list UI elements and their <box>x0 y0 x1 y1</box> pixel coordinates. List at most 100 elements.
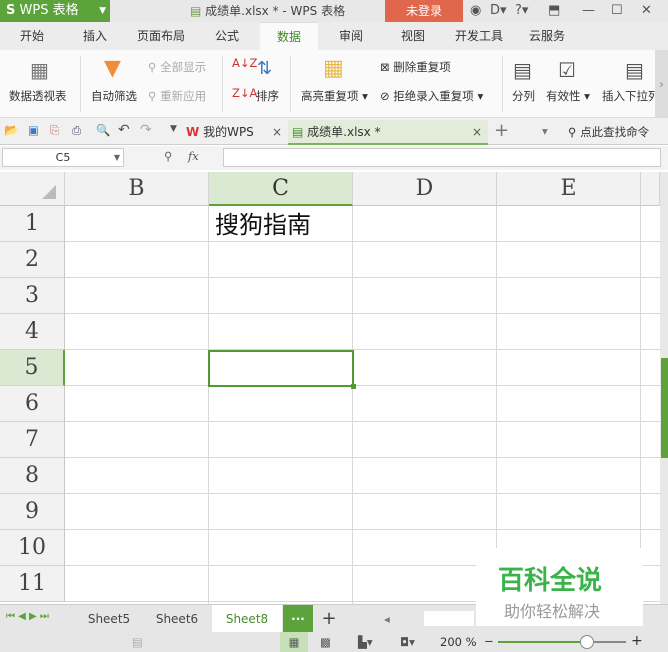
print-icon[interactable]: ⎙ <box>72 123 81 138</box>
close-tab-icon[interactable]: × <box>472 120 482 144</box>
tab-page-layout[interactable]: 页面布局 <box>126 22 196 50</box>
selected-cell-c5[interactable] <box>208 350 356 389</box>
spreadsheet-grid: B C D E 1 2 3 4 5 6 7 8 9 10 11 搜狗指南 <box>0 172 660 604</box>
show-all-button[interactable]: ⚲ 全部显示 <box>148 59 206 75</box>
row-header-9[interactable]: 9 <box>0 494 65 530</box>
zoom-formula-icon[interactable]: ⚲ <box>164 149 172 163</box>
app-menu-button[interactable]: S WPS 表格 ▼ <box>0 0 110 22</box>
tab-insert[interactable]: 插入 <box>64 22 126 50</box>
tab-document[interactable]: ▤ 成绩单.xlsx * × <box>288 120 488 145</box>
tab-review[interactable]: 审阅 <box>322 22 380 50</box>
maximize-icon[interactable]: ☐ <box>611 2 623 20</box>
select-all-corner[interactable] <box>0 172 65 206</box>
ribbon: ▦ 数据透视表 ▼ 自动筛选 ⚲ 全部显示 ⚲ 重新应用 A↓Z Z↓A ⇅ 排… <box>0 50 668 118</box>
tab-home[interactable]: 开始 <box>0 22 64 50</box>
help-icon[interactable]: ?▾ <box>515 2 528 20</box>
page-break-view-icon[interactable]: ▩ <box>320 635 331 649</box>
status-bar: ▤ ▦ ▩ ▙▾ ◘▾ 200 % − + <box>0 632 668 652</box>
vertical-scrollbar[interactable] <box>660 172 668 604</box>
pin-icon[interactable]: ⬒ <box>548 2 560 20</box>
zoom-level: 200 % <box>440 635 477 649</box>
new-tab-icon[interactable]: + <box>494 120 509 141</box>
zoom-slider[interactable] <box>498 635 626 649</box>
ribbon-scroll-right-icon[interactable]: › <box>655 50 668 118</box>
close-icon[interactable]: ✕ <box>641 2 652 20</box>
row-header-4[interactable]: 4 <box>0 314 65 350</box>
scroll-thumb[interactable] <box>661 358 668 458</box>
row-header-1[interactable]: 1 <box>0 206 65 242</box>
tab-developer[interactable]: 开发工具 <box>446 22 512 50</box>
highlight-duplicates-button[interactable]: 高亮重复项 ▾ <box>301 88 368 104</box>
zoom-in-button[interactable]: + <box>631 633 643 649</box>
save-icon[interactable]: ▣ <box>28 123 39 137</box>
redo-icon[interactable]: ↷ <box>140 122 152 138</box>
row-header-5[interactable]: 5 <box>0 350 65 386</box>
sheet-nav-icons[interactable]: ⏮ ◀ ▶ ⏭ <box>6 611 49 622</box>
title-bar: S WPS 表格 ▼ ▤ 成绩单.xlsx * - WPS 表格 未登录 ◉ D▾… <box>0 0 668 22</box>
sheet-tab-sheet8[interactable]: Sheet8 <box>212 605 282 633</box>
formula-input[interactable] <box>223 148 661 167</box>
row-gridline <box>65 349 660 350</box>
row-header-3[interactable]: 3 <box>0 278 65 314</box>
reject-duplicates-button[interactable]: ⊘ 拒绝录入重复项 ▾ <box>380 88 483 104</box>
open-icon[interactable]: 📂 <box>4 123 18 137</box>
tab-formula[interactable]: 公式 <box>196 22 258 50</box>
reapply-button[interactable]: ⚲ 重新应用 <box>148 88 206 104</box>
sort-ascending-icon[interactable]: A↓Z <box>232 56 257 70</box>
tab-my-wps[interactable]: W 我的WPS × <box>186 120 286 145</box>
validity-button[interactable]: 有效性 ▾ <box>546 88 590 104</box>
minimize-icon[interactable]: — <box>582 2 595 20</box>
row-header-8[interactable]: 8 <box>0 458 65 494</box>
column-header-d[interactable]: D <box>353 172 497 206</box>
cloud-icon[interactable]: D▾ <box>490 2 507 20</box>
formula-bar: C5 ▼ ⚲ fx <box>0 146 668 170</box>
command-search[interactable]: ⚲ 点此查找命令 <box>568 124 649 140</box>
column-header-e[interactable]: E <box>497 172 641 206</box>
cell-c1[interactable]: 搜狗指南 <box>215 206 311 242</box>
row-header-7[interactable]: 7 <box>0 422 65 458</box>
split-column-button[interactable]: 分列 <box>512 88 535 104</box>
delete-duplicates-button[interactable]: ⊠ 删除重复项 <box>380 59 451 75</box>
fill-handle[interactable] <box>351 384 356 389</box>
highlight-duplicates-icon: ▦ <box>323 56 344 81</box>
undo-icon[interactable]: ↶ <box>118 122 130 138</box>
add-sheet-button[interactable]: + <box>318 605 340 633</box>
export-pdf-icon[interactable]: ⎘ <box>50 123 59 138</box>
horizontal-scrollbar[interactable] <box>424 611 474 626</box>
column-header-f[interactable] <box>641 172 660 206</box>
name-box[interactable]: C5 ▼ <box>2 148 124 167</box>
row-gridline <box>65 313 660 314</box>
filter-icon: ▼ <box>104 56 121 81</box>
sort-descending-icon[interactable]: Z↓A <box>232 86 257 100</box>
reading-mode-icon[interactable]: ◘▾ <box>400 635 415 649</box>
chevron-down-icon[interactable]: ▼ <box>170 124 177 134</box>
sheet-tab-sheet6[interactable]: Sheet6 <box>142 605 212 633</box>
column-header-b[interactable]: B <box>65 172 209 206</box>
column-header-c[interactable]: C <box>209 172 353 206</box>
autofilter-button[interactable]: 自动筛选 <box>91 88 137 104</box>
print-preview-icon[interactable]: 🔍 <box>96 123 110 137</box>
insert-dropdown-button[interactable]: 插入下拉列 <box>602 88 656 104</box>
tab-cloud[interactable]: 云服务 <box>516 22 578 50</box>
close-tab-icon[interactable]: × <box>272 120 282 144</box>
zoom-slider-thumb[interactable] <box>580 635 594 649</box>
page-icon[interactable]: ▤ <box>132 635 143 649</box>
login-button[interactable]: 未登录 <box>385 0 463 22</box>
row-header-11[interactable]: 11 <box>0 566 65 602</box>
zoom-out-button[interactable]: − <box>484 634 494 648</box>
row-header-10[interactable]: 10 <box>0 530 65 566</box>
skin-icon[interactable]: ◉ <box>470 2 481 20</box>
row-header-2[interactable]: 2 <box>0 242 65 278</box>
more-sheets-button[interactable]: ··· <box>283 605 313 633</box>
tab-view[interactable]: 视图 <box>384 22 442 50</box>
sort-button[interactable]: 排序 <box>256 88 279 104</box>
sheet-tab-sheet5[interactable]: Sheet5 <box>76 605 142 633</box>
normal-view-icon[interactable]: ▦ <box>280 632 308 652</box>
layout-icon[interactable]: ▙▾ <box>358 635 373 649</box>
fx-button[interactable]: fx <box>188 149 199 163</box>
horizontal-scroll-left-icon[interactable]: ◂ <box>384 612 390 626</box>
tab-list-icon[interactable]: ▾ <box>542 124 548 138</box>
tab-data[interactable]: 数据 <box>260 22 318 50</box>
row-header-6[interactable]: 6 <box>0 386 65 422</box>
pivot-table-button[interactable]: 数据透视表 <box>9 88 67 104</box>
